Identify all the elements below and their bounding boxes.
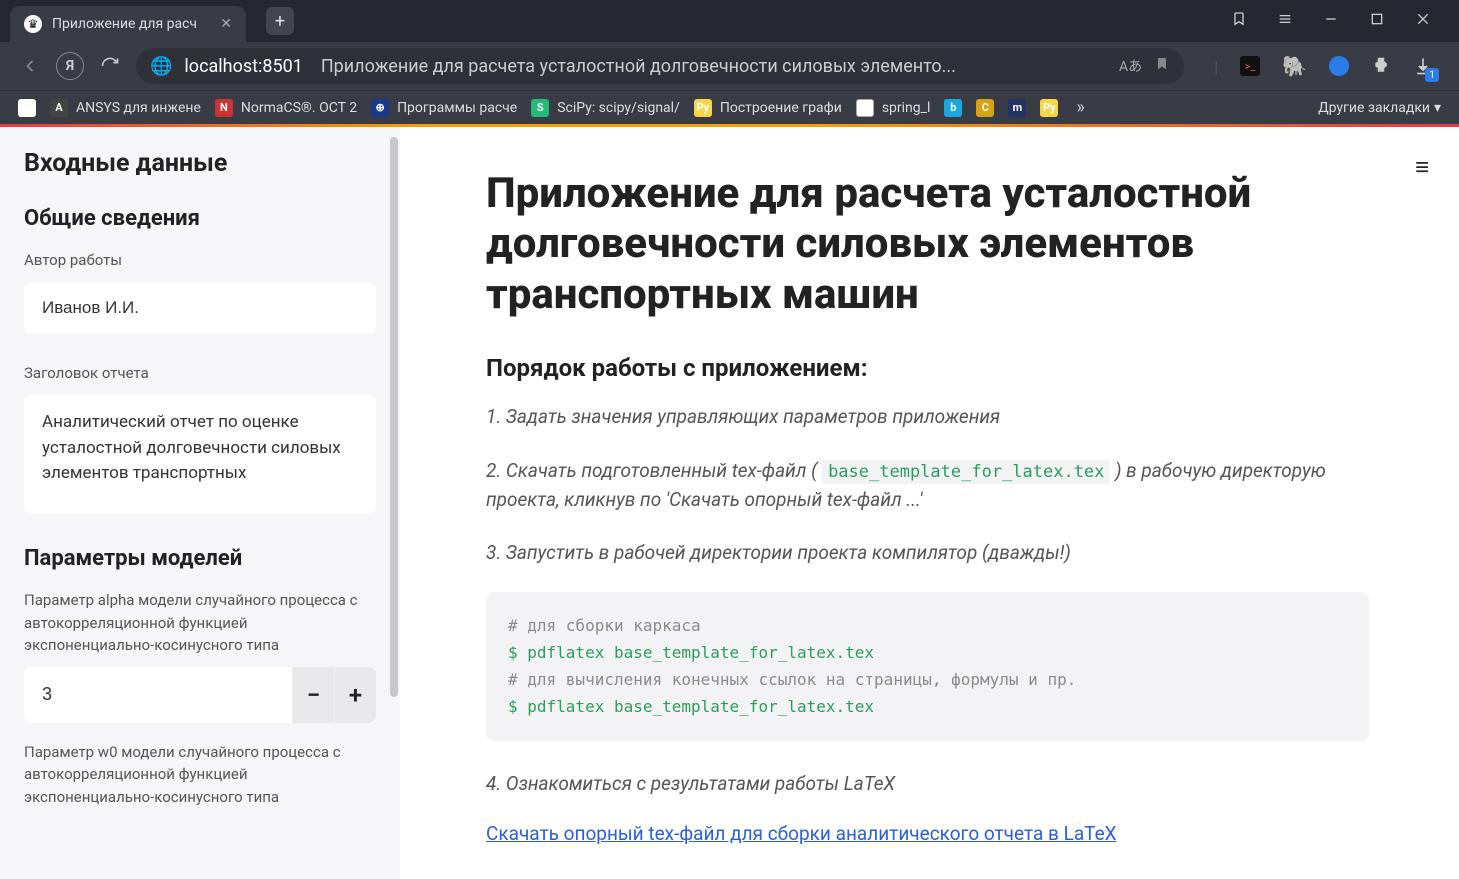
window-controls [1231, 11, 1449, 31]
step-2: 2. Скачать подготовленный tex-файл ( bas… [486, 456, 1369, 515]
back-button[interactable] [18, 54, 42, 78]
address-bar[interactable]: 🌐 localhost:8501 Приложение для расчета … [136, 48, 1184, 84]
window-minimize-button[interactable] [1323, 11, 1339, 31]
page-title: Приложение для расчета усталостной долго… [486, 169, 1369, 320]
code-block: # для сборки каркаса $ pdflatex base_tem… [486, 592, 1369, 741]
bookmark-label: Программы расче [397, 100, 517, 116]
step-1: 1. Задать значения управляющих параметро… [486, 402, 1369, 431]
bookmark-outline-icon[interactable] [1231, 11, 1247, 31]
close-icon[interactable]: ✕ [220, 16, 232, 32]
window-maximize-button[interactable] [1369, 11, 1385, 31]
author-input[interactable] [24, 282, 376, 334]
toolbar-icons: | >_ 🐘 [1198, 54, 1441, 78]
sidebar: Входные данные Общие сведения Автор рабо… [0, 127, 400, 879]
chevron-down-icon: ▾ [1434, 100, 1441, 116]
w0-label: Параметр w0 модели случайного процесса с… [24, 741, 376, 809]
app-page: Входные данные Общие сведения Автор рабо… [0, 127, 1459, 879]
hamburger-icon[interactable]: ≡ [1415, 153, 1429, 182]
bookmark-mathworks[interactable]: ⊕Программы расче [371, 99, 517, 117]
globe-icon: 🌐 [150, 56, 172, 77]
translate-icon[interactable]: Aあ [1119, 56, 1142, 76]
bookmark-python-plot[interactable]: PyПостроение графи [694, 99, 842, 117]
alpha-label: Параметр alpha модели случайного процесс… [24, 589, 376, 657]
bookmark-square-c[interactable]: m [1008, 99, 1026, 117]
other-bookmarks-label: Другие закладки [1318, 100, 1430, 116]
code-line-2: $ pdflatex base_template_for_latex.tex [508, 693, 1347, 720]
bookmarks-overflow[interactable]: » [1072, 97, 1088, 118]
report-title-label: Заголовок отчета [24, 362, 376, 385]
browser-tab[interactable]: ♛ Приложение для расч ✕ [10, 6, 246, 42]
author-label: Автор работы [24, 249, 376, 272]
bookmark-gmail[interactable]: M [18, 99, 36, 117]
step-3: 3. Запустить в рабочей директории проект… [486, 538, 1369, 567]
code-comment-1: # для сборки каркаса [508, 612, 1347, 639]
bookmark-spring[interactable]: spring_l [856, 99, 931, 117]
tab-title: Приложение для расч [52, 16, 210, 32]
report-title-input[interactable] [24, 394, 376, 514]
alpha-stepper: − + [24, 667, 376, 723]
alpha-decrement-button[interactable]: − [292, 667, 334, 723]
alpha-increment-button[interactable]: + [334, 667, 376, 723]
extensions-icon[interactable] [1371, 56, 1391, 76]
tab-strip: ♛ Приложение для расч ✕ + [0, 0, 1459, 42]
menu-icon[interactable] [1277, 11, 1293, 31]
bookmark-label: spring_l [882, 100, 931, 116]
bookmarks-bar: M AANSYS для инжене NNormaCS®. ОСТ 2 ⊕Пр… [0, 90, 1459, 124]
alpha-input[interactable] [24, 667, 292, 723]
url-host: localhost:8501 [184, 56, 302, 77]
bookmark-square-b[interactable]: C [976, 99, 994, 117]
crown-icon: ♛ [24, 15, 42, 33]
bookmark-label: ANSYS для инжене [76, 100, 201, 116]
sidebar-section-general: Общие сведения [24, 206, 376, 231]
other-bookmarks[interactable]: Другие закладки ▾ [1318, 100, 1441, 116]
downloads-icon[interactable] [1413, 56, 1433, 76]
code-comment-2: # для вычисления конечных ссылок на стра… [508, 666, 1347, 693]
code-line-1: $ pdflatex base_template_for_latex.tex [508, 639, 1347, 666]
bookmark-label: Построение графи [720, 100, 842, 116]
bookmark-scipy[interactable]: SSciPy: scipy/signal/ [531, 99, 680, 117]
sidebar-title: Входные данные [24, 149, 376, 178]
bookmark-label: SciPy: scipy/signal/ [557, 100, 680, 116]
bookmark-square-d[interactable]: Py [1040, 99, 1058, 117]
guide-heading: Порядок работы с приложением: [486, 354, 1369, 382]
yandex-button[interactable]: Я [56, 52, 84, 80]
window-close-button[interactable] [1415, 11, 1431, 31]
page-title-truncated: Приложение для расчета усталостной долго… [321, 56, 1107, 77]
terminal-icon[interactable]: >_ [1240, 56, 1260, 76]
divider: | [1214, 57, 1218, 76]
tex-filename-code: base_template_for_latex.tex [822, 460, 1110, 484]
evernote-icon[interactable]: 🐘 [1282, 54, 1307, 78]
sidebar-section-models: Параметры моделей [24, 546, 376, 571]
step-4: 4. Ознакомиться с результатами работы La… [486, 769, 1369, 798]
browser-chrome: ♛ Приложение для расч ✕ + [0, 0, 1459, 124]
download-tex-link[interactable]: Скачать опорный tex-файл для сборки анал… [486, 822, 1117, 845]
reload-button[interactable] [98, 54, 122, 78]
scrollbar-thumb[interactable] [390, 137, 398, 697]
address-row: Я 🌐 localhost:8501 Приложение для расчет… [0, 42, 1459, 90]
step-2-prefix: 2. Скачать подготовленный tex-файл ( [486, 459, 822, 482]
bookmark-normacs[interactable]: NNormaCS®. ОСТ 2 [215, 99, 357, 117]
new-tab-button[interactable]: + [266, 7, 294, 35]
bookmark-label: NormaCS®. ОСТ 2 [241, 100, 357, 116]
bookmark-square-a[interactable]: b [944, 99, 962, 117]
bookmark-ansys[interactable]: AANSYS для инжене [50, 99, 201, 117]
drive-icon[interactable] [1329, 56, 1349, 76]
main-content: ≡ Приложение для расчета усталостной дол… [400, 127, 1459, 879]
bookmark-page-icon[interactable] [1154, 56, 1170, 76]
